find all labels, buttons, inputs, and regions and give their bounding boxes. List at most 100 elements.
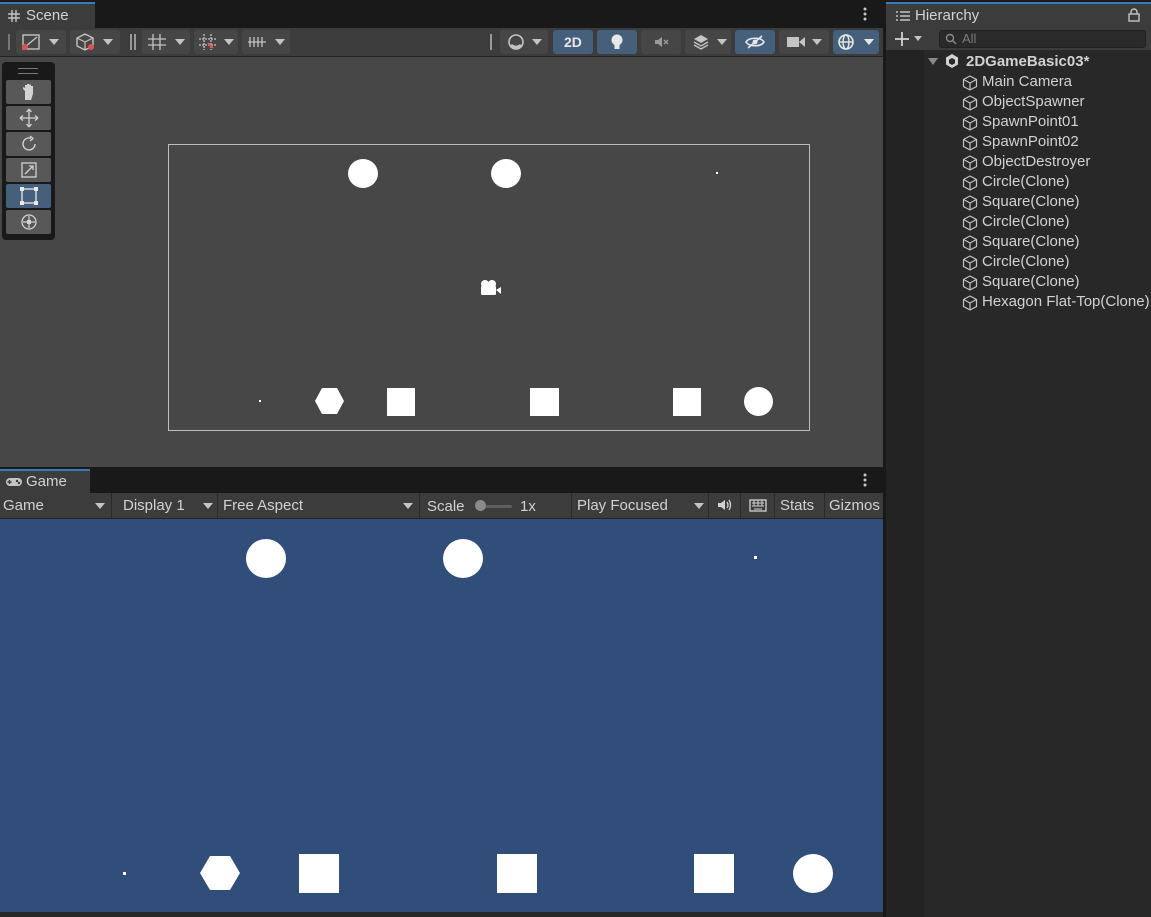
scale-label: Scale <box>427 498 465 515</box>
chevron-down-icon <box>95 503 105 509</box>
toolbar-separator <box>134 34 136 50</box>
scene-visibility-button[interactable] <box>735 30 775 54</box>
scale-slider-handle[interactable] <box>475 500 486 511</box>
game-square <box>497 854 537 893</box>
scene-root-row[interactable]: 2DGameBasic03* <box>886 52 1151 72</box>
tab-game[interactable]: Game <box>0 469 90 493</box>
transform-tool-button[interactable] <box>6 210 51 234</box>
tab-scene[interactable]: Scene <box>0 2 95 28</box>
increment-snap-dropdown[interactable] <box>242 30 290 54</box>
hierarchy-item[interactable]: SpawnPoint02 <box>886 132 1151 152</box>
hierarchy-item[interactable]: ObjectDestroyer <box>886 152 1151 172</box>
stats-button[interactable]: Stats <box>775 493 825 518</box>
hand-tool-icon <box>19 82 39 102</box>
hierarchy-search-input[interactable]: All <box>939 30 1146 48</box>
scene-camera-dropdown[interactable] <box>779 30 829 54</box>
toggle-2d-button[interactable]: 2D <box>553 30 593 54</box>
search-placeholder: All <box>962 31 977 46</box>
hierarchy-item[interactable]: Hexagon Flat-Top(Clone) <box>886 292 1151 312</box>
hierarchy-item[interactable]: Square(Clone) <box>886 192 1151 212</box>
cube-render-icon <box>75 33 95 51</box>
hidden-eye-icon <box>745 34 765 50</box>
rotate-tool-button[interactable] <box>6 132 51 156</box>
hierarchy-item[interactable]: ObjectSpawner <box>886 92 1151 112</box>
hierarchy-item[interactable]: Circle(Clone) <box>886 212 1151 232</box>
audio-toggle-button[interactable] <box>641 30 681 54</box>
hierarchy-item[interactable]: Main Camera <box>886 72 1151 92</box>
scene-circle[interactable] <box>744 387 773 416</box>
move-tool-button[interactable] <box>6 106 51 130</box>
draw-mode-dropdown[interactable] <box>16 30 66 54</box>
scene-square[interactable] <box>673 388 701 416</box>
hand-tool-button[interactable] <box>6 80 51 104</box>
shading-mode-dropdown[interactable] <box>500 30 548 54</box>
transform-tool-icon <box>19 212 39 232</box>
gizmos-label: Gizmos <box>829 497 880 514</box>
grid-visibility-dropdown[interactable] <box>142 30 190 54</box>
aspect-select-dropdown[interactable]: Free Aspect <box>218 493 420 518</box>
scene-tab-bar <box>0 0 883 28</box>
render-mode-dropdown[interactable] <box>70 30 120 54</box>
lighting-toggle-button[interactable] <box>597 30 637 54</box>
game-object-cube-icon <box>962 215 978 231</box>
gizmo-globe-icon <box>837 33 855 51</box>
scale-tool-button[interactable] <box>6 158 51 182</box>
display-select-value: Display 1 <box>123 497 185 514</box>
chevron-down-icon <box>694 503 704 509</box>
scene-hexagon[interactable] <box>315 388 344 414</box>
view-select-dropdown[interactable]: Game <box>0 493 112 518</box>
rect-tool-button[interactable] <box>6 184 51 208</box>
hierarchy-item-label: Hexagon Flat-Top(Clone) <box>982 293 1150 310</box>
rect-tool-icon <box>19 186 39 206</box>
hierarchy-tree: 2DGameBasic03* Main Camera ObjectSpawner S… <box>886 52 1151 312</box>
game-more-options-icon[interactable] <box>863 473 867 487</box>
game-tab-bar <box>0 467 883 493</box>
gamepad-icon <box>5 476 23 488</box>
keyboard-icon <box>749 499 767 512</box>
tab-hierarchy[interactable]: Hierarchy <box>886 2 1151 28</box>
move-tool-icon <box>19 108 39 128</box>
rotate-tool-icon <box>19 134 39 154</box>
add-object-dropdown[interactable] <box>892 30 926 48</box>
play-mode-value: Play Focused <box>577 497 668 514</box>
game-object-cube-icon <box>962 175 978 191</box>
game-square <box>694 854 734 893</box>
game-viewport[interactable] <box>0 519 883 912</box>
scene-circle[interactable] <box>491 159 521 188</box>
aspect-select-value: Free Aspect <box>223 497 304 514</box>
scene-more-options-icon[interactable] <box>863 7 867 21</box>
grid-icon <box>8 10 20 22</box>
game-dot <box>754 556 757 559</box>
scene-square[interactable] <box>387 388 415 416</box>
hierarchy-item-label: ObjectSpawner <box>982 93 1085 110</box>
scene-square[interactable] <box>530 388 559 416</box>
play-mode-dropdown[interactable]: Play Focused <box>572 493 709 518</box>
game-object-cube-icon <box>962 95 978 111</box>
grid-snapping-dropdown[interactable] <box>194 30 238 54</box>
video-camera-icon <box>786 35 806 49</box>
hierarchy-item-label: SpawnPoint02 <box>982 133 1079 150</box>
main-camera-gizmo-icon[interactable] <box>478 278 502 298</box>
toolbar-separator <box>490 34 492 50</box>
lock-icon[interactable] <box>1128 8 1140 22</box>
scene-dot <box>716 172 718 174</box>
gizmos-dropdown[interactable] <box>833 30 879 54</box>
sphere-icon <box>507 33 525 51</box>
audio-mute-button[interactable] <box>709 493 741 518</box>
keyboard-shortcuts-button[interactable] <box>741 493 775 518</box>
expand-arrow-icon[interactable] <box>928 58 938 66</box>
hierarchy-item[interactable]: Square(Clone) <box>886 232 1151 252</box>
hierarchy-item[interactable]: Square(Clone) <box>886 272 1151 292</box>
display-select-dropdown[interactable]: Display 1 <box>112 493 218 518</box>
tab-hierarchy-label: Hierarchy <box>915 7 980 24</box>
chevron-down-icon <box>203 503 213 509</box>
effects-dropdown[interactable] <box>685 30 731 54</box>
scene-dot <box>259 400 261 402</box>
gizmos-button[interactable]: Gizmos <box>825 493 883 518</box>
game-object-cube-icon <box>962 295 978 311</box>
hierarchy-item[interactable]: Circle(Clone) <box>886 252 1151 272</box>
grid-axis-icon <box>147 33 167 51</box>
hierarchy-item[interactable]: Circle(Clone) <box>886 172 1151 192</box>
scene-circle[interactable] <box>348 159 378 188</box>
hierarchy-item[interactable]: SpawnPoint01 <box>886 112 1151 132</box>
